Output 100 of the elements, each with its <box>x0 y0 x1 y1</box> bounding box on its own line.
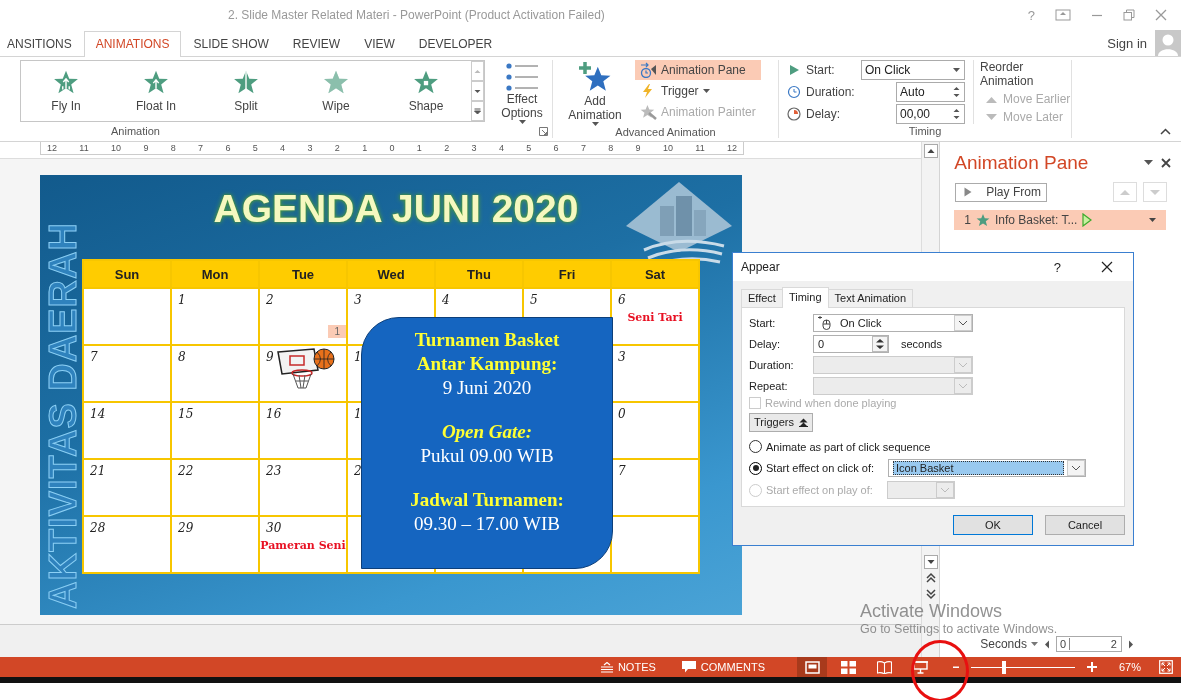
ok-button[interactable]: OK <box>953 515 1033 535</box>
ribbon-tab[interactable]: SLIDE SHOW <box>181 31 281 56</box>
gallery-item[interactable]: Shape <box>381 61 471 121</box>
group-label: Timing <box>908 125 942 137</box>
weekday-header: Sun <box>84 261 170 287</box>
animation-marker[interactable]: 1 <box>328 325 346 338</box>
star-icon <box>233 69 259 95</box>
help-button[interactable]: ? <box>1053 259 1061 275</box>
comments-button[interactable]: COMMENTS <box>673 661 773 673</box>
spin-arrows-icon <box>953 107 960 121</box>
field-label: Start: <box>749 317 777 329</box>
ribbon-display-icon[interactable] <box>1055 9 1071 21</box>
add-animation-button[interactable]: Add Animation <box>559 60 631 126</box>
next-slide-icon[interactable] <box>923 587 938 601</box>
scroll-down-icon[interactable] <box>923 555 938 569</box>
slide-title: AGENDA JUNI 2020 <box>212 186 580 232</box>
dialog-tab[interactable]: Timing <box>781 287 829 308</box>
ribbon-button[interactable]: Trigger <box>635 81 761 101</box>
restore-icon[interactable] <box>1123 9 1135 21</box>
pane-title: Animation Pane <box>954 152 1089 174</box>
day-number: 30 <box>265 520 282 535</box>
gallery-item[interactable]: Float In <box>111 61 201 121</box>
weekday-header: Thu <box>436 261 522 287</box>
caret-icon <box>518 120 526 124</box>
notes-icon <box>600 661 613 673</box>
ribbon-tab[interactable]: ANSITIONS <box>0 31 84 56</box>
day-number: 6 <box>617 292 626 307</box>
play-icon <box>787 63 801 77</box>
vertical-title: AKTIVITAS DAERAH <box>42 221 85 609</box>
zoom-slider[interactable] <box>971 660 1075 674</box>
triangle-up-icon <box>986 95 997 103</box>
day-number: 14 <box>89 406 106 421</box>
play-from-button[interactable]: Play From <box>955 182 1048 202</box>
seconds-dropdown[interactable]: Seconds <box>980 637 1038 651</box>
ribbon-button[interactable]: Animation Pane <box>635 60 761 80</box>
field-label: Duration: <box>749 359 795 371</box>
dialog-tab[interactable]: Effect <box>741 289 783 307</box>
scroll-down-icon[interactable] <box>471 81 484 101</box>
timer-pane-icon <box>640 62 657 78</box>
day-number: 21 <box>89 463 106 478</box>
spinner-field[interactable]: 0 <box>813 335 889 353</box>
callout-heading: Open Gate: <box>441 420 533 444</box>
gallery-item[interactable]: Split <box>201 61 291 121</box>
scroll-right-icon[interactable] <box>1127 639 1134 649</box>
callout-text: Pukul 09.00 WIB <box>420 444 554 468</box>
dialog-tab[interactable]: Text Animation <box>827 289 914 307</box>
triggers-button[interactable]: Triggers <box>749 413 813 432</box>
close-icon[interactable] <box>1161 158 1171 168</box>
unit-label: seconds <box>901 338 942 350</box>
spinner-field[interactable]: 00,00 <box>896 104 965 124</box>
gallery-item[interactable]: Wipe <box>291 61 381 121</box>
start-dropdown[interactable]: On Click <box>861 60 965 80</box>
effect-options-button[interactable]: Effect Options <box>489 60 555 124</box>
cancel-button[interactable]: Cancel <box>1045 515 1125 535</box>
spinner-field[interactable]: Auto <box>896 82 965 102</box>
pane-options-icon[interactable] <box>1144 160 1153 166</box>
scroll-left-icon[interactable] <box>1043 639 1050 649</box>
weekday-header: Fri <box>524 261 610 287</box>
normal-view-icon <box>804 660 820 674</box>
zoom-level[interactable]: 67% <box>1107 661 1141 673</box>
event-label: Seni Tari <box>626 310 684 324</box>
dropdown-field[interactable]: Icon Basket <box>888 459 1086 478</box>
field-label: Delay: <box>806 107 841 121</box>
animation-list-item[interactable]: 1 Info Basket: T... <box>954 210 1166 230</box>
weekday-header: Sat <box>612 261 698 287</box>
radio-option[interactable]: Animate as part of click sequence <box>749 440 931 454</box>
field-label: Start: <box>806 63 836 77</box>
star-icon <box>143 69 169 95</box>
scroll-up-icon[interactable] <box>923 144 938 158</box>
ribbon-tab[interactable]: ANIMATIONS <box>83 31 182 57</box>
view-button[interactable] <box>797 657 827 677</box>
day-number: 5 <box>529 292 538 307</box>
dropdown-field[interactable]: On Click <box>813 314 973 332</box>
day-number: 4 <box>441 292 450 307</box>
mouse-icon <box>818 316 832 330</box>
dialog-launcher-icon[interactable] <box>539 126 548 136</box>
radio-circle[interactable] <box>749 461 762 475</box>
more-icon[interactable] <box>471 101 484 121</box>
timer-icon <box>787 107 801 121</box>
close-icon[interactable] <box>1101 261 1113 273</box>
ribbon-tab[interactable]: DEVELOPER <box>406 31 505 56</box>
sign-in-link[interactable]: Sign in <box>1107 35 1147 51</box>
radio-circle[interactable] <box>749 440 762 454</box>
day-number: 29 <box>177 520 194 535</box>
collapse-ribbon-icon[interactable] <box>1160 128 1171 135</box>
callout-heading: Turnamen Basket <box>414 328 560 352</box>
ribbon-tab[interactable]: REVIEW <box>280 31 353 56</box>
gallery-item[interactable]: Fly In <box>21 61 111 121</box>
event-label: Pameran Seni <box>260 538 346 552</box>
ribbon-tab[interactable]: VIEW <box>352 31 407 56</box>
day-number: 8 <box>177 349 186 364</box>
star-icon <box>413 69 439 95</box>
notes-button[interactable]: NOTES <box>592 661 664 673</box>
slider-thumb[interactable] <box>1002 660 1007 674</box>
radio-option[interactable]: Start effect on click of: <box>749 461 874 475</box>
zoom-in-icon[interactable] <box>1087 662 1097 672</box>
callout-text: 9 Juni 2020 <box>442 376 532 400</box>
comment-icon <box>681 661 696 673</box>
fit-slide-icon[interactable] <box>1159 660 1173 674</box>
star-icon <box>53 69 79 95</box>
